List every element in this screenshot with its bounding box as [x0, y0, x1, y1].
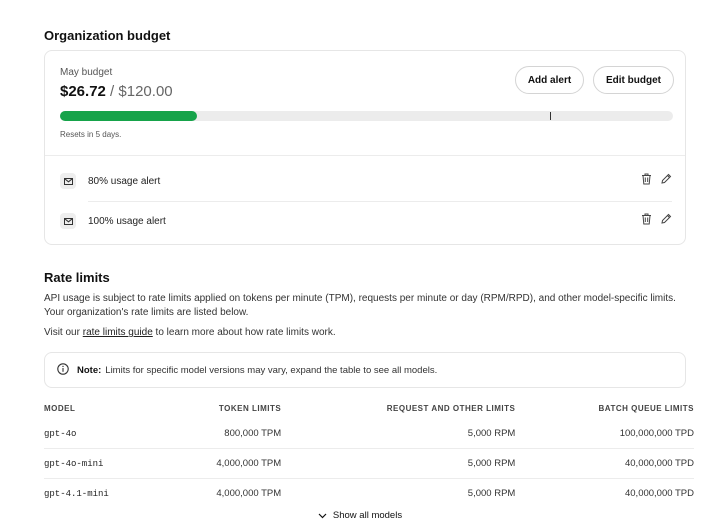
model-name: gpt-4o — [44, 419, 156, 449]
rate-limits-title: Rate limits — [44, 270, 110, 285]
budget-spent: $26.72 — [60, 83, 106, 100]
table-row: gpt-4.1-mini 4,000,000 TPM 5,000 RPM 40,… — [44, 479, 694, 509]
table-row: gpt-4o 800,000 TPM 5,000 RPM 100,000,000… — [44, 419, 694, 449]
column-header-model: MODEL — [44, 403, 76, 413]
rate-limits-description: API usage is subject to rate limits appl… — [44, 292, 676, 320]
card-divider — [45, 155, 685, 156]
add-alert-button[interactable]: Add alert — [515, 66, 584, 94]
chevron-down-icon — [318, 513, 327, 519]
alert-label: 100% usage alert — [88, 215, 166, 227]
column-header-token-limits: TOKEN LIMITS — [218, 403, 282, 413]
table-header-row: MODEL TOKEN LIMITS REQUEST AND OTHER LIM… — [44, 397, 694, 419]
alert-row: 80% usage alert — [60, 170, 672, 192]
column-header-batch-limits: BATCH QUEUE LIMITS — [598, 403, 694, 413]
request-limit: 5,000 RPM — [467, 488, 516, 499]
budget-total: $120.00 — [118, 83, 173, 100]
request-limit: 5,000 RPM — [281, 419, 516, 449]
budget-card: May budget $26.72 / $120.00 Add alert Ed… — [44, 50, 686, 245]
token-limit: 4,000,000 TPM — [155, 448, 282, 479]
model-name: gpt-4o-mini — [44, 448, 156, 479]
note-text: Limits for specific model versions may v… — [105, 364, 438, 376]
info-icon — [57, 362, 69, 378]
pencil-icon[interactable] — [660, 172, 672, 190]
alert-divider — [88, 201, 672, 202]
budget-amount: $26.72 / $120.00 — [60, 83, 173, 100]
mail-icon — [60, 173, 76, 189]
budget-progress-fill — [60, 111, 197, 121]
trash-icon[interactable] — [641, 172, 652, 190]
budget-reset-text: Resets in 5 days. — [60, 130, 122, 139]
rate-limits-table: MODEL TOKEN LIMITS REQUEST AND OTHER LIM… — [44, 397, 694, 508]
budget-separator: / — [105, 83, 119, 100]
rate-limits-description-line: API usage is subject to rate limits appl… — [44, 293, 676, 304]
column-header-request-limits: REQUEST AND OTHER LIMITS — [386, 403, 516, 413]
rate-limits-guide-text: Visit our rate limits guide to learn mor… — [44, 326, 336, 340]
budget-progress-bar — [60, 111, 673, 121]
batch-limit: 40,000,000 TPD — [515, 448, 694, 479]
show-all-models-label: Show all models — [332, 510, 403, 521]
edit-budget-button[interactable]: Edit budget — [593, 66, 674, 94]
trash-icon[interactable] — [641, 212, 652, 230]
note-banner: Note: Limits for specific model versions… — [44, 352, 686, 388]
alert-label: 80% usage alert — [88, 175, 161, 187]
guide-prefix: Visit our — [44, 327, 83, 338]
note-label: Note: — [77, 364, 102, 376]
budget-alert-marker — [550, 112, 551, 120]
model-name: gpt-4.1-mini — [44, 488, 109, 499]
pencil-icon[interactable] — [660, 212, 672, 230]
rate-limits-guide-link[interactable]: rate limits guide — [83, 327, 153, 338]
rate-limits-description-line: Your organization's rate limits are list… — [44, 307, 249, 318]
table-row: gpt-4o-mini 4,000,000 TPM 5,000 RPM 40,0… — [44, 448, 694, 479]
budget-section-title: Organization budget — [44, 28, 171, 43]
token-limit: 800,000 TPM — [155, 419, 282, 449]
batch-limit: 100,000,000 TPD — [515, 419, 694, 449]
batch-limit: 40,000,000 TPD — [624, 488, 694, 499]
show-all-models-button[interactable]: Show all models — [0, 510, 720, 521]
request-limit: 5,000 RPM — [281, 448, 516, 479]
budget-period-label: May budget — [60, 67, 113, 78]
token-limit: 4,000,000 TPM — [216, 488, 282, 499]
mail-icon — [60, 213, 76, 229]
alert-row: 100% usage alert — [60, 210, 672, 232]
guide-suffix: to learn more about how rate limits work… — [152, 327, 336, 338]
